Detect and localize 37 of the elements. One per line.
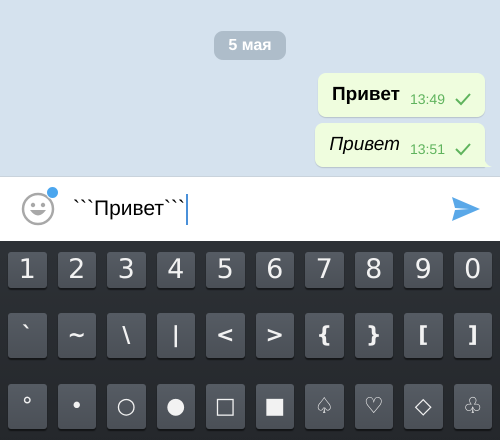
keyboard-key[interactable]: 7: [305, 252, 344, 288]
keyboard-key[interactable]: ~: [58, 313, 96, 358]
message-time: 13:49: [410, 90, 445, 108]
keyboard-key[interactable]: 4: [156, 252, 195, 288]
keyboard-key[interactable]: °: [8, 384, 46, 429]
keyboard-key[interactable]: 3: [107, 252, 146, 288]
keyboard-key[interactable]: ♧: [454, 384, 492, 429]
message-time: 13:51: [410, 140, 445, 158]
keyboard-key[interactable]: 1: [8, 252, 46, 288]
keyboard-key[interactable]: 2: [58, 252, 96, 288]
keyboard-key[interactable]: ♡: [354, 384, 393, 429]
keyboard-key[interactable]: 8: [354, 252, 393, 288]
keyboard-key[interactable]: \: [107, 313, 146, 358]
keyboard-key[interactable]: 0: [454, 252, 492, 288]
keyboard-key[interactable]: 9: [404, 252, 442, 288]
keyboard-key[interactable]: }: [354, 313, 393, 358]
keyboard-key[interactable]: |: [156, 313, 195, 358]
keyboard-key[interactable]: <: [206, 313, 244, 358]
message-text: Привет: [329, 132, 400, 157]
keyboard-key[interactable]: 6: [256, 252, 294, 288]
keyboard-key[interactable]: 5: [206, 252, 244, 288]
keyboard-key[interactable]: ♤: [305, 384, 344, 429]
send-icon[interactable]: [451, 196, 481, 222]
emoji-icon[interactable]: [21, 192, 55, 226]
keyboard-key[interactable]: □: [206, 384, 244, 429]
keyboard-key[interactable]: {: [305, 313, 344, 358]
keyboard-key[interactable]: ◇: [404, 384, 442, 429]
keyboard-key[interactable]: ●: [156, 384, 195, 429]
keyboard-key[interactable]: ]: [454, 313, 492, 358]
keyboard-key[interactable]: >: [256, 313, 294, 358]
keyboard-key[interactable]: `: [8, 313, 46, 358]
keyboard-key[interactable]: ■: [256, 384, 294, 429]
keyboard-key[interactable]: •: [58, 384, 96, 429]
date-badge: 5 мая: [214, 31, 286, 60]
keyboard-key[interactable]: ○: [107, 384, 146, 429]
keyboard-key[interactable]: [: [404, 313, 442, 358]
message-text: Привет: [332, 82, 400, 107]
